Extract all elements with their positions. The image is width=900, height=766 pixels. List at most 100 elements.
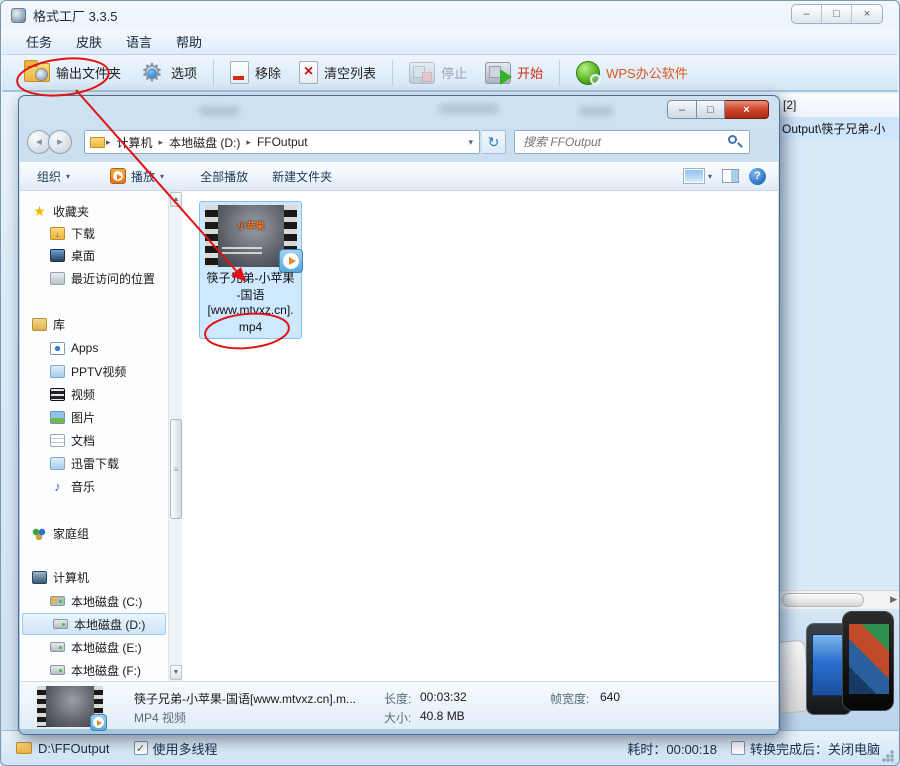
sidebar-item-videos[interactable]: 视频 [20, 383, 95, 405]
sidebar-item-music[interactable]: ♪音乐 [20, 475, 95, 497]
stop-button[interactable]: 停止 [403, 60, 473, 86]
play-overlay-icon [90, 714, 107, 731]
sidebar-item-drive-e[interactable]: 本地磁盘 (E:) [20, 636, 142, 658]
file-item-mp4[interactable]: 小苹果 筷子兄弟-小苹果 -国语 [www.mtvxz.cn]. mp4 [199, 201, 302, 339]
search-box [514, 130, 750, 154]
clear-list-icon: × [299, 61, 318, 84]
sidebar-item-drive-f[interactable]: 本地磁盘 (F:) [20, 659, 141, 681]
sidebar-item-homegroup[interactable]: 家庭组 [20, 522, 89, 544]
search-input[interactable] [515, 135, 727, 149]
menu-tasks[interactable]: 任务 [16, 29, 62, 54]
help-button[interactable]: ? [749, 168, 766, 185]
glass-blur [579, 106, 613, 116]
details-file-name: 筷子兄弟-小苹果-国语[www.mtvxz.cn].m... [134, 690, 356, 707]
multithread-checkbox[interactable]: ✓ [134, 741, 148, 755]
sidebar-item-pictures[interactable]: 图片 [20, 406, 95, 428]
output-path-text[interactable]: D:\FFOutput [38, 741, 110, 756]
sidebar-item-favorites[interactable]: ★收藏夹 [20, 200, 89, 222]
shutdown-label: 转换完成后：关闭电脑 [750, 739, 880, 758]
elapsed-time: 耗时：00:00:18 [627, 739, 717, 758]
sidebar-item-apps[interactable]: Apps [20, 337, 98, 359]
task-row-output-path[interactable]: Output\筷子兄弟-小 [780, 117, 899, 139]
clear-list-button[interactable]: × 清空列表 [293, 59, 382, 86]
start-button[interactable]: 开始 [479, 60, 549, 86]
sidebar-item-libraries[interactable]: 库 [20, 313, 65, 335]
size-value: 40.8 MB [420, 709, 465, 723]
breadcrumb-computer[interactable]: 计算机 [112, 131, 158, 154]
drive-icon [50, 665, 65, 675]
new-folder-button[interactable]: 新建文件夹 [263, 164, 341, 189]
scroll-up-icon[interactable]: ▲ [170, 192, 182, 207]
sidebar-item-drive-c[interactable]: 本地磁盘 (C:) [20, 590, 142, 612]
sidebar-item-downloads[interactable]: ↓下载 [20, 222, 95, 244]
close-button[interactable]: × [725, 100, 769, 119]
change-view-button[interactable]: ▾ [684, 169, 712, 183]
play-button[interactable]: 播放 ▾ [101, 164, 173, 189]
output-folder-button[interactable]: 输出文件夹 [18, 61, 127, 84]
maximize-button[interactable]: □ [697, 100, 725, 119]
video-frame: 小苹果 [218, 205, 284, 267]
sidebar-item-thunder-downloads[interactable]: 迅雷下载 [20, 452, 119, 474]
search-icon[interactable] [727, 134, 743, 150]
options-button[interactable]: ⚙ 选项 [133, 59, 203, 87]
music-icon: ♪ [50, 480, 65, 493]
sidebar-item-recent-places[interactable]: 最近访问的位置 [20, 267, 155, 289]
desktop-icon [50, 249, 65, 262]
file-name-line: -国语 [200, 286, 301, 303]
forward-button[interactable]: ► [48, 130, 72, 154]
scrollbar-thumb[interactable]: ≡ [170, 419, 182, 519]
back-icon: ◄ [34, 137, 44, 148]
sidebar-item-desktop[interactable]: 桌面 [20, 244, 95, 266]
refresh-button[interactable]: ↻ [482, 130, 506, 154]
multithread-label: 使用多线程 [153, 739, 218, 758]
gear-icon: ⚙ [139, 61, 165, 85]
glass-blur [199, 106, 239, 116]
sidebar-item-pptv-videos[interactable]: PPTV视频 [20, 360, 126, 382]
task-count-badge: [2] [780, 94, 899, 117]
sidebar-scrollbar[interactable]: ▲ ≡ ▼ [168, 191, 182, 681]
minimize-button[interactable]: – [667, 100, 697, 119]
file-name-line: [www.mtvxz.cn]. [200, 303, 301, 317]
explorer-window: – □ × ◄ ► ▸ 计算机 ▸ 本地磁盘 (D:) ▸ FFOutput ▾… [18, 95, 780, 735]
address-dropdown-icon[interactable]: ▾ [468, 137, 479, 148]
homegroup-icon [32, 527, 47, 540]
maximize-button[interactable]: □ [822, 5, 852, 23]
computer-icon [32, 571, 47, 584]
menu-skin[interactable]: 皮肤 [66, 29, 112, 54]
output-path-folder-icon [16, 742, 32, 754]
shutdown-checkbox[interactable] [731, 741, 745, 755]
close-button[interactable]: × [852, 5, 882, 23]
sidebar-item-drive-d[interactable]: 本地磁盘 (D:) [22, 613, 166, 635]
library-folder-icon [50, 365, 65, 378]
length-label: 长度: [384, 690, 411, 707]
remove-button[interactable]: 移除 [224, 59, 287, 86]
phone-touchscreen [842, 611, 894, 711]
menu-help[interactable]: 帮助 [166, 29, 212, 54]
filmstrip-edge [205, 205, 218, 267]
breadcrumb-ffoutput[interactable]: FFOutput [252, 132, 313, 152]
menu-language[interactable]: 语言 [116, 29, 162, 54]
explorer-caption-buttons: – □ × [667, 100, 769, 119]
resize-grip[interactable] [882, 750, 894, 762]
breadcrumb-drive-d[interactable]: 本地磁盘 (D:) [164, 131, 245, 154]
minimize-button[interactable]: – [792, 5, 822, 23]
ff-titlebar: 格式工厂 3.3.5 [1, 1, 899, 29]
filmstrip-edge [37, 686, 46, 727]
scroll-right-icon[interactable]: ▶ [890, 594, 897, 605]
preview-pane-button[interactable] [722, 169, 739, 183]
refresh-icon: ↻ [488, 134, 500, 151]
play-all-button[interactable]: 全部播放 [191, 164, 257, 189]
organize-button[interactable]: 组织 ▾ [28, 164, 79, 189]
scrollbar-thumb[interactable] [782, 593, 864, 607]
toolbar-separator [559, 60, 560, 86]
chevron-down-icon: ▾ [66, 172, 70, 181]
address-bar[interactable]: ▸ 计算机 ▸ 本地磁盘 (D:) ▸ FFOutput ▾ [84, 130, 480, 154]
recent-places-icon [50, 272, 65, 285]
sidebar-item-documents[interactable]: 文档 [20, 429, 95, 451]
horizontal-scrollbar[interactable]: ▶ [780, 590, 899, 609]
wps-button[interactable]: WPS办公软件 [570, 59, 694, 87]
size-label: 大小: [384, 709, 411, 726]
sidebar-item-computer[interactable]: 计算机 [20, 566, 89, 588]
glass-blur [439, 104, 499, 114]
scroll-down-icon[interactable]: ▼ [170, 665, 182, 680]
